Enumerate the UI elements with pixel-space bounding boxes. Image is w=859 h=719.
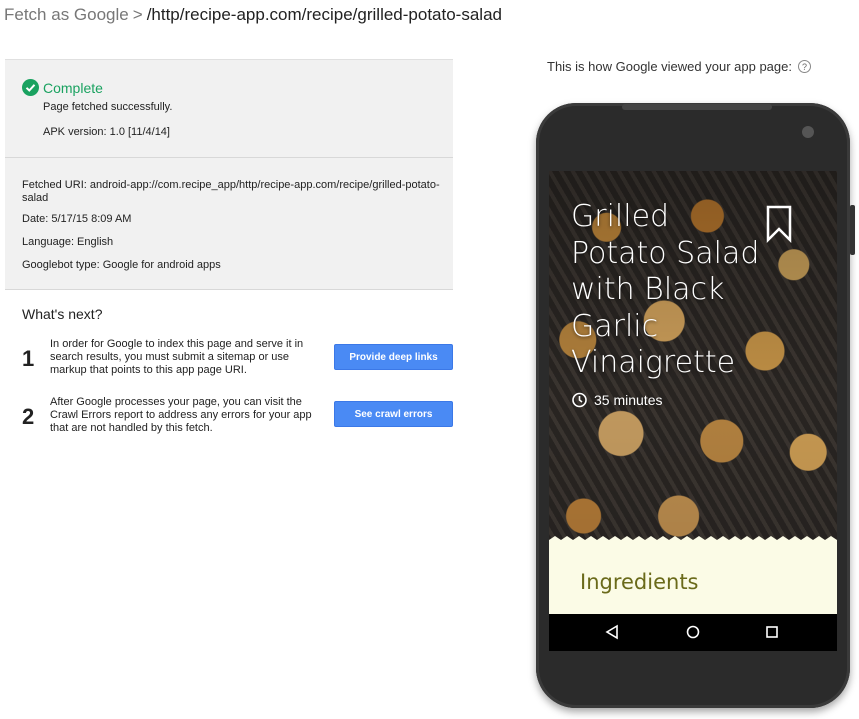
step-number: 2 xyxy=(22,404,35,429)
breadcrumb-separator: > xyxy=(132,5,143,24)
app-screen: Grilled Potato Salad with Black Garlic V… xyxy=(549,171,837,651)
status-row: Complete xyxy=(22,79,103,96)
timer-icon xyxy=(572,392,587,408)
nav-recents-icon[interactable] xyxy=(765,624,779,640)
cook-time: 35 minutes xyxy=(594,391,663,408)
googlebot-type: Googlebot type: Google for android apps xyxy=(22,259,221,271)
nav-back-icon[interactable] xyxy=(605,624,619,640)
breadcrumb-current-url: /http/recipe-app.com/recipe/grilled-pota… xyxy=(146,5,502,24)
ingredients-card: Ingredients xyxy=(549,544,837,614)
ingredients-heading: Ingredients xyxy=(580,570,699,594)
preview-caption: This is how Google viewed your app page: xyxy=(547,59,792,74)
android-nav-bar xyxy=(549,614,837,651)
phone-speaker xyxy=(622,104,772,110)
phone-camera xyxy=(802,126,814,138)
fetch-date: Date: 5/17/15 8:09 AM xyxy=(22,213,132,225)
help-icon[interactable]: ? xyxy=(797,60,811,73)
apk-version: APK version: 1.0 [11/4/14] xyxy=(43,126,170,138)
whats-next-heading: What's next? xyxy=(22,306,103,322)
status-message: Page fetched successfully. xyxy=(43,101,173,113)
nav-home-icon[interactable] xyxy=(685,624,701,640)
preview-caption-row: This is how Google viewed your app page:… xyxy=(547,59,811,74)
provide-deep-links-button[interactable]: Provide deep links xyxy=(334,344,453,370)
bookmark-icon[interactable] xyxy=(766,205,792,243)
step-description: After Google processes your page, you ca… xyxy=(50,396,312,434)
step-number: 1 xyxy=(22,346,35,371)
breadcrumb: Fetch as Google >/http/recipe-app.com/rec… xyxy=(4,5,502,25)
breadcrumb-root-link[interactable]: Fetch as Google xyxy=(4,5,129,24)
fetch-details-panel: Fetched URI: android-app://com.recipe_ap… xyxy=(5,157,453,290)
status-title: Complete xyxy=(43,79,103,96)
phone-side-button xyxy=(850,205,855,255)
check-circle-icon xyxy=(22,79,39,96)
step-description: In order for Google to index this page a… xyxy=(50,338,304,376)
fetch-status-panel: Complete Page fetched successfully. APK … xyxy=(5,59,453,157)
fetched-uri: Fetched URI: android-app://com.recipe_ap… xyxy=(22,179,440,204)
recipe-title: Grilled Potato Salad with Black Garlic V… xyxy=(571,199,760,380)
cook-time-row: 35 minutes xyxy=(571,391,662,408)
see-crawl-errors-button[interactable]: See crawl errors xyxy=(334,401,453,427)
fetch-language: Language: English xyxy=(22,236,114,248)
